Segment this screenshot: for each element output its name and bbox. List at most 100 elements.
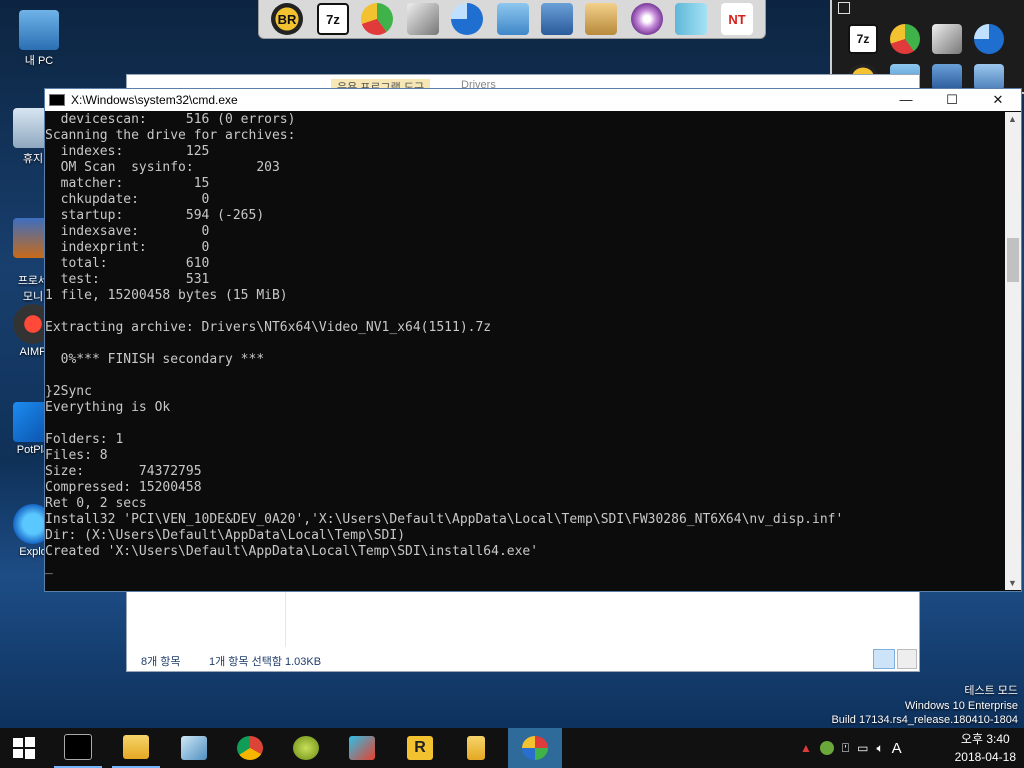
partition-icon[interactable]	[890, 24, 920, 54]
desktop-icon-this-pc[interactable]: 내 PC	[10, 10, 68, 68]
console-line: }2Sync	[45, 384, 92, 399]
console-line: indexes: 125	[45, 144, 210, 159]
large-icons-view-button[interactable]	[897, 649, 917, 669]
7zip-label: 7z	[326, 11, 340, 27]
console-line: test: 531	[45, 272, 210, 287]
volume-icon[interactable]: 🔈︎	[876, 741, 883, 756]
device-manager-icon[interactable]	[974, 64, 1004, 90]
tray-arrow-icon[interactable]: ▲	[800, 741, 812, 755]
console-line: devicescan: 516 (0 errors)	[45, 112, 296, 127]
status-selected: 1개 항목 선택함 1.03KB	[209, 656, 322, 668]
console-line: Files: 8	[45, 448, 108, 463]
network-icon[interactable]	[932, 64, 962, 90]
panel-corner-icon	[838, 2, 850, 14]
console-scrollbar[interactable]: ▲ ▼	[1005, 112, 1021, 590]
console-line: Everything is Ok	[45, 400, 171, 415]
ntpwedit-label: NT	[728, 11, 746, 27]
taskbar-notepad[interactable]	[170, 728, 218, 768]
watermark-build: Build 17134.rs4_release.180410-1804	[831, 714, 1018, 726]
7zip-icon[interactable]: 7z	[317, 3, 349, 35]
minimize-button[interactable]: —	[883, 89, 929, 111]
tray-app-icon[interactable]	[819, 741, 834, 755]
start-icon	[13, 737, 35, 759]
7zip-icon[interactable]: 7z	[848, 24, 878, 54]
chrome-icon	[237, 736, 263, 760]
taskbar-cmd[interactable]	[54, 728, 102, 768]
console-line: Compressed: 15200458	[45, 480, 202, 495]
computer-icon	[19, 10, 59, 50]
console-line: startup: 594 (-265)	[45, 208, 265, 223]
taskbar-olive-app[interactable]	[282, 728, 330, 768]
console-line: Folders: 1	[45, 432, 124, 447]
disk-pie-icon[interactable]	[974, 24, 1004, 54]
taskbar-chrome[interactable]	[226, 728, 274, 768]
console-line: indexprint: 0	[45, 240, 210, 255]
olive-icon	[293, 736, 319, 760]
cmd-title: X:\Windows\system32\cmd.exe	[71, 93, 238, 107]
scrollbar-thumb[interactable]	[1007, 238, 1019, 282]
ntpwedit-icon[interactable]: NT	[721, 3, 753, 35]
taskbar-file-explorer[interactable]	[112, 728, 160, 768]
desktop-icon-label: Explo	[19, 546, 47, 558]
r-app-icon: R	[407, 736, 433, 760]
clock[interactable]: 오후 3:40 2018-04-18	[955, 730, 1016, 766]
console-output[interactable]: devicescan: 516 (0 errors) Scanning the d…	[45, 112, 1003, 590]
taskbar-sdi[interactable]	[508, 728, 562, 768]
status-item-count: 8개 항목	[141, 656, 181, 668]
explorer-status-bar: 8개 항목 1개 항목 선택함 1.03KB	[127, 647, 919, 671]
taskbar-r-app[interactable]: R	[396, 728, 444, 768]
cmd-window: X:\Windows\system32\cmd.exe — ☐ ✕ device…	[44, 88, 1022, 592]
console-line: 0%*** FINISH secondary ***	[45, 352, 265, 367]
bootice-icon[interactable]: BR	[271, 3, 303, 35]
taskbar: R ▲ ⍞ ▭ 🔈︎ A 오후 3:40 2018-04-18	[0, 728, 1024, 768]
printer-icon[interactable]	[585, 3, 617, 35]
image-editor-icon	[349, 736, 375, 760]
console-line: matcher: 15	[45, 176, 210, 191]
system-tray: ▲ ⍞ ▭ 🔈︎ A	[800, 728, 902, 768]
console-line: indexsave: 0	[45, 224, 210, 239]
details-view-button[interactable]	[873, 649, 895, 669]
registry-icon[interactable]	[497, 3, 529, 35]
console-line: Scanning the drive for archives:	[45, 128, 296, 143]
book-icon[interactable]	[675, 3, 707, 35]
desktop-icon-label: 내 PC	[24, 55, 54, 67]
console-line: total: 610	[45, 256, 210, 271]
console-line: Created 'X:\Users\Default\AppData\Local\…	[45, 544, 539, 559]
clock-date: 2018-04-18	[954, 750, 1016, 764]
desktop-icon-label: 휴지	[22, 153, 44, 165]
console-line: Size: 74372795	[45, 464, 202, 479]
console-line: Install32 'PCI\VEN_10DE&DEV_0A20','X:\Us…	[45, 512, 844, 527]
quick-launch-bar: BR 7z NT	[258, 0, 766, 39]
eraser-icon[interactable]	[407, 3, 439, 35]
cmd-titlebar[interactable]: X:\Windows\system32\cmd.exe — ☐ ✕	[45, 89, 1021, 111]
bootice-label: BR	[277, 11, 297, 27]
folder-icon	[467, 736, 485, 760]
maximize-button[interactable]: ☐	[929, 89, 975, 111]
console-line: Dir: (X:\Users\Default\AppData\Local\Tem…	[45, 528, 406, 543]
watermark-test-mode: 테스트 모드	[964, 685, 1018, 697]
close-button[interactable]: ✕	[975, 89, 1021, 111]
ime-indicator[interactable]: A	[892, 740, 902, 757]
windows-watermark: 테스트 모드 Windows 10 Enterprise Build 17134…	[831, 682, 1018, 726]
start-button[interactable]	[0, 728, 48, 768]
usb-icon[interactable]: ⍞	[842, 741, 849, 756]
dvd-icon[interactable]	[631, 3, 663, 35]
scroll-up-arrow-icon[interactable]: ▲	[1008, 114, 1017, 124]
disk-pie-icon[interactable]	[451, 3, 483, 35]
cmd-icon	[49, 94, 65, 106]
cmd-icon	[64, 734, 92, 760]
scroll-down-arrow-icon[interactable]: ▼	[1008, 578, 1017, 588]
notepad-icon	[181, 736, 207, 760]
eraser-icon[interactable]	[932, 24, 962, 54]
console-line: chkupdate: 0	[45, 192, 210, 207]
network-icon[interactable]	[541, 3, 573, 35]
console-cursor: _	[45, 560, 53, 575]
network-icon[interactable]: ▭	[857, 741, 868, 755]
taskbar-folder[interactable]	[452, 728, 500, 768]
taskbar-image-editor[interactable]	[338, 728, 386, 768]
partition-icon[interactable]	[361, 3, 393, 35]
sdi-icon	[522, 736, 548, 760]
